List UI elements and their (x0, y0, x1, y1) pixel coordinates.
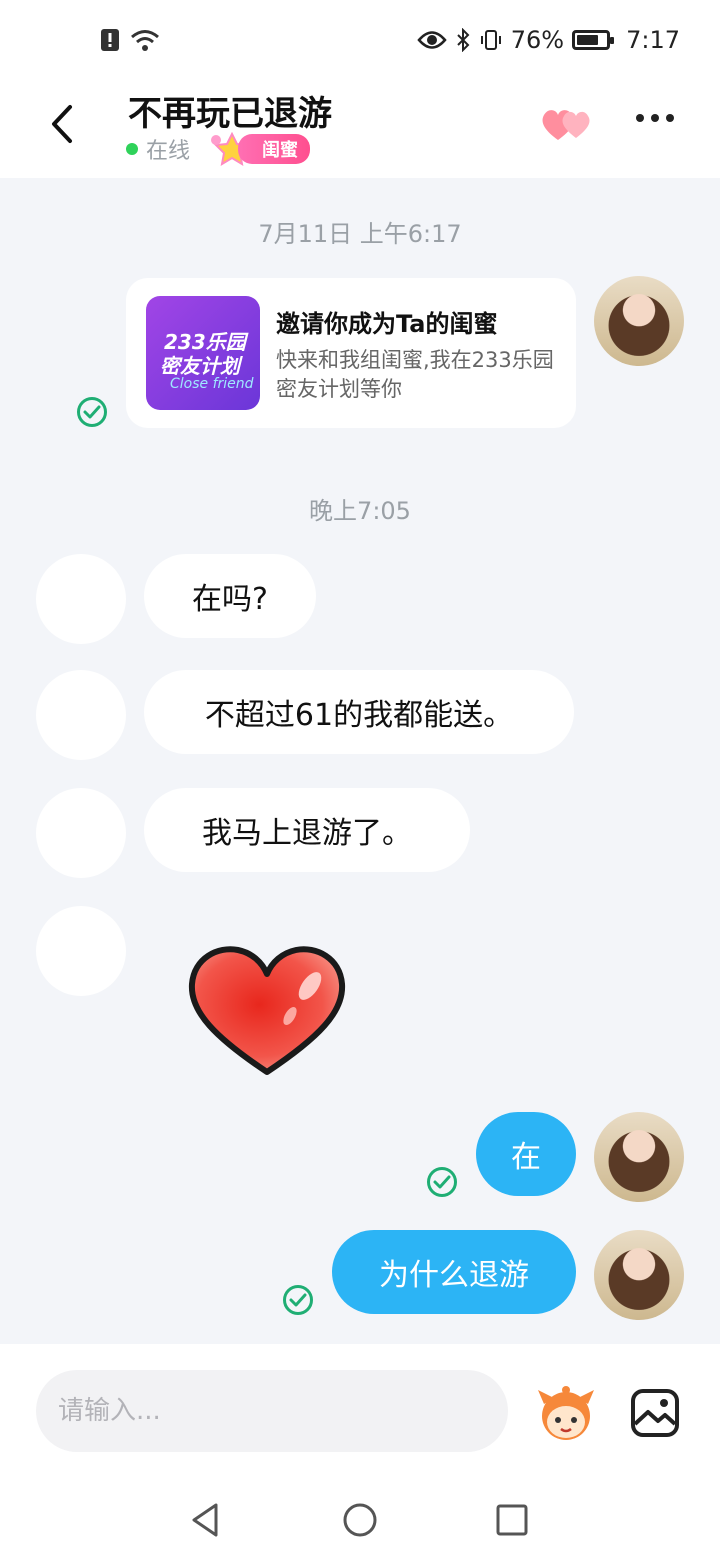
message-input[interactable] (36, 1370, 508, 1452)
status-bar: 76% 7:17 (0, 0, 720, 84)
contact-avatar[interactable] (36, 906, 126, 996)
chat-header: 不再玩已退游 在线 闺蜜 (0, 84, 720, 178)
invite-card-description: 快来和我组闺蜜,我在233乐园密友计划等你 (276, 348, 554, 401)
emoji-mascot-icon[interactable] (534, 1382, 598, 1442)
contact-avatar[interactable] (36, 554, 126, 644)
outgoing-message[interactable]: 为什么退游 (332, 1230, 576, 1314)
battery-icon (572, 30, 615, 50)
more-dot-icon (651, 114, 659, 122)
online-status: 在线 闺蜜 (126, 132, 311, 166)
nav-recents-icon[interactable] (492, 1500, 532, 1540)
my-avatar[interactable] (594, 1230, 684, 1320)
incoming-message[interactable]: 我马上退游了。 (144, 788, 470, 872)
invite-card[interactable]: 233乐园 密友计划 Close friend 邀请你成为Ta的闺蜜 快来和我组… (126, 278, 576, 428)
clock: 7:17 (626, 26, 680, 54)
system-nav-bar (0, 1478, 720, 1560)
back-button[interactable] (40, 102, 84, 146)
bluetooth-icon (457, 28, 470, 52)
incoming-message[interactable]: 在吗? (144, 554, 316, 638)
more-dot-icon (636, 114, 644, 122)
online-dot (126, 143, 138, 155)
timestamp: 7月11日 上午6:17 (258, 220, 462, 248)
wifi-icon (131, 30, 159, 51)
read-check-icon (427, 1167, 457, 1197)
read-check-icon (77, 397, 107, 427)
intimacy-hearts-icon[interactable] (540, 106, 596, 142)
status-left-icons (100, 28, 160, 52)
incoming-message[interactable]: 不超过61的我都能送。 (144, 670, 574, 754)
alert-icon (101, 29, 119, 51)
more-options-button[interactable] (636, 114, 674, 122)
battery-percent: 76% (510, 26, 565, 54)
my-avatar[interactable] (594, 1112, 684, 1202)
timestamp: 晚上7:05 (309, 497, 411, 525)
close-friend-badge[interactable]: 闺蜜 (208, 132, 311, 166)
badge-label: 闺蜜 (238, 134, 311, 164)
image-picker-icon[interactable] (630, 1388, 680, 1438)
message-list[interactable]: 7月11日 上午6:17 233乐园 密友计划 Close friend 邀请你… (0, 178, 720, 1344)
eye-icon (417, 31, 447, 49)
my-avatar[interactable] (594, 276, 684, 366)
contact-name: 不再玩已退游 (128, 94, 332, 134)
close-friend-plan-image: 233乐园 密友计划 Close friend (146, 296, 260, 410)
chevron-left-icon (52, 105, 72, 143)
contact-avatar[interactable] (36, 670, 126, 760)
card-image-line3: Close friend (170, 376, 254, 392)
composer-bar (0, 1344, 720, 1478)
heart-sticker[interactable] (186, 942, 348, 1078)
battery-fill (577, 35, 599, 45)
online-label: 在线 (146, 139, 191, 164)
invite-card-title: 邀请你成为Ta的闺蜜 (276, 310, 498, 338)
status-right-icons: 76% 7:17 (417, 26, 680, 54)
outgoing-message[interactable]: 在 (476, 1112, 576, 1196)
card-image-line2: 密友计划 (160, 354, 240, 378)
nav-back-icon[interactable] (186, 1500, 226, 1540)
nav-home-icon[interactable] (340, 1500, 380, 1540)
more-dot-icon (666, 114, 674, 122)
vibrate-icon (480, 30, 501, 50)
read-check-icon (283, 1285, 313, 1315)
contact-avatar[interactable] (36, 788, 126, 878)
